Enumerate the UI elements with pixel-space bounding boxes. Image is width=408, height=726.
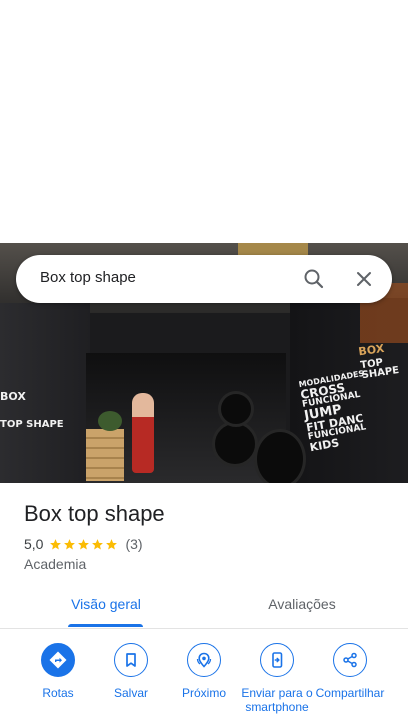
star-icon xyxy=(50,538,62,549)
send-to-phone-button[interactable]: Enviar para o smartphone xyxy=(241,643,313,714)
place-category: Academia xyxy=(24,556,87,572)
star-icon xyxy=(92,538,104,549)
directions-label: Rotas xyxy=(42,686,74,700)
rating-stars xyxy=(49,538,119,551)
photo-mannequin xyxy=(132,393,154,473)
tab-reviews[interactable]: Avaliações xyxy=(200,588,404,628)
nearby-icon[interactable] xyxy=(187,643,221,677)
photo-sign-left: BOX TOP SHAPE xyxy=(0,391,64,430)
photo-sign-line: BOX xyxy=(0,390,26,403)
photo-tire xyxy=(254,429,306,483)
close-icon[interactable] xyxy=(350,265,378,293)
photo-crate xyxy=(86,429,124,481)
bookmark-icon[interactable] xyxy=(114,643,148,677)
nearby-button[interactable]: Próximo xyxy=(168,643,240,700)
place-tabs: Visão geral Avaliações xyxy=(0,588,408,629)
photo-sign-modalities: Modalidades CROSS FUNCIONAL JUMP FIT DAN… xyxy=(298,369,376,454)
action-buttons: Rotas Salvar Próximo Enviar para o smart… xyxy=(0,643,408,726)
place-title: Box top shape xyxy=(24,501,165,526)
photo-sign-line: TOP SHAPE xyxy=(0,419,64,430)
share-label: Compartilhar xyxy=(315,686,385,700)
active-tab-indicator xyxy=(68,624,143,627)
map-blank-area xyxy=(0,0,408,243)
tab-overview[interactable]: Visão geral xyxy=(4,588,208,628)
send-to-phone-label: Enviar para o smartphone xyxy=(241,686,313,714)
rating-value: 5,0 xyxy=(24,536,44,552)
search-icon[interactable] xyxy=(300,265,328,293)
directions-button[interactable]: Rotas xyxy=(22,643,94,700)
star-icon xyxy=(78,538,90,549)
star-icon xyxy=(106,538,118,549)
search-input[interactable]: Box top shape xyxy=(40,269,136,286)
photo-orange-panel xyxy=(360,283,408,483)
search-bar[interactable]: Box top shape xyxy=(16,255,392,303)
nearby-label: Próximo xyxy=(181,686,226,700)
rating-row[interactable]: 5,0 (3) xyxy=(24,536,143,552)
photo-plant xyxy=(98,411,122,431)
share-button[interactable]: Compartilhar xyxy=(314,643,386,700)
send-to-phone-icon[interactable] xyxy=(260,643,294,677)
photo-sign-right-top: BOX TOP SHAPE xyxy=(358,340,408,381)
review-count[interactable]: (3) xyxy=(125,536,142,552)
star-icon xyxy=(64,538,76,549)
directions-icon[interactable] xyxy=(41,643,75,677)
save-button[interactable]: Salvar xyxy=(95,643,167,700)
share-icon[interactable] xyxy=(333,643,367,677)
photo-tire xyxy=(218,391,254,427)
photo-tire xyxy=(212,421,258,467)
save-label: Salvar xyxy=(113,686,148,700)
